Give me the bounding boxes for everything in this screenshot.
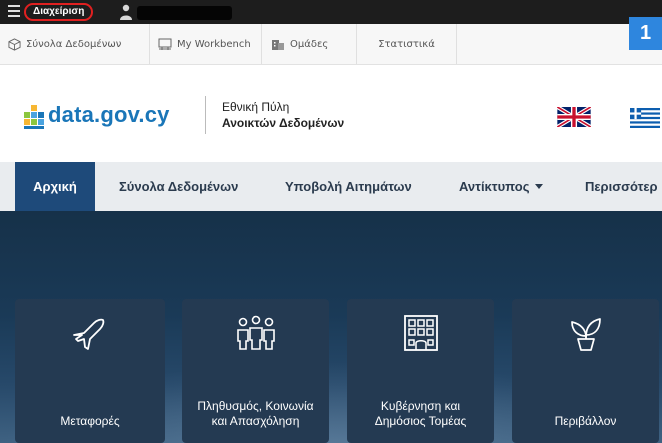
toolbar-statistics[interactable]: Στατιστικά [357, 24, 457, 64]
nav-datasets-label: Σύνολα Δεδομένων [119, 179, 239, 194]
toolbar-groups[interactable]: Ομάδες [262, 24, 357, 64]
admin-bar: Διαχείριση [0, 0, 662, 24]
menu-icon[interactable] [8, 5, 20, 19]
category-label: Πληθυσμός, Κοινωνία και Απασχόληση [197, 399, 314, 428]
brand-divider [205, 96, 206, 134]
category-card-environment[interactable]: Περιβάλλον [512, 299, 659, 443]
category-card-government[interactable]: Κυβέρνηση και Δημόσιος Τομέας [347, 299, 494, 443]
plant-icon [570, 318, 601, 351]
portal-name: Εθνική Πύλη Ανοικτών Δεδομένων [222, 99, 344, 131]
main-nav: Αρχική Σύνολα Δεδομένων Υποβολή Αιτημάτω… [0, 162, 662, 211]
groups-icon [272, 40, 284, 50]
site-logo-text[interactable]: data.gov.cy [48, 102, 170, 128]
nav-more-label: Περισσότερ [585, 179, 658, 194]
hero-section: Μεταφορές Πληθυσμός, Κοινωνία και Απασχό… [0, 211, 662, 443]
airplane-icon [73, 318, 105, 350]
admin-button[interactable]: Διαχείριση [24, 3, 94, 21]
nav-datasets[interactable]: Σύνολα Δεδομένων [119, 162, 238, 211]
nav-requests-label: Υποβολή Αιτημάτων [285, 179, 412, 194]
workbench-icon [158, 38, 172, 50]
greek-flag-icon[interactable] [628, 108, 662, 128]
portal-line-1: Εθνική Πύλη [222, 100, 290, 114]
nav-impact[interactable]: Αντίκτυπος [459, 162, 544, 211]
toolbar-workbench-label: My Workbench [177, 38, 251, 50]
toolbar-workbench[interactable]: My Workbench [150, 24, 262, 64]
toolbar-datasets-label: Σύνολα Δεδομένων [26, 38, 122, 50]
toolbar-datasets[interactable]: Σύνολα Δεδομένων [0, 24, 150, 64]
box-icon [8, 37, 21, 51]
category-card-transport[interactable]: Μεταφορές [15, 299, 165, 443]
logo-icon[interactable] [22, 104, 46, 130]
step-badge: 1 [629, 17, 662, 50]
category-label: Περιβάλλον [554, 414, 617, 428]
toolbar-statistics-label: Στατιστικά [378, 38, 435, 50]
nav-home[interactable]: Αρχική [15, 162, 95, 211]
user-icon[interactable] [119, 4, 133, 20]
nav-requests[interactable]: Υποβολή Αιτημάτων [285, 162, 412, 211]
uk-flag-icon[interactable] [557, 107, 591, 127]
building-icon [403, 315, 438, 351]
nav-home-label: Αρχική [33, 179, 77, 194]
toolbar-groups-label: Ομάδες [290, 38, 329, 50]
category-label: Κυβέρνηση και Δημόσιος Τομέας [374, 399, 467, 428]
category-card-population[interactable]: Πληθυσμός, Κοινωνία και Απασχόληση [182, 299, 329, 443]
portal-line-2: Ανοικτών Δεδομένων [222, 116, 345, 130]
redacted-username [137, 6, 232, 20]
nav-impact-label: Αντίκτυπος [459, 179, 530, 194]
sub-toolbar: Σύνολα Δεδομένων My Workbench Ομάδες Στα… [0, 24, 662, 65]
category-label: Μεταφορές [60, 414, 120, 428]
nav-more[interactable]: Περισσότερ [585, 162, 658, 211]
chevron-down-icon [535, 184, 544, 189]
people-icon [236, 315, 275, 350]
